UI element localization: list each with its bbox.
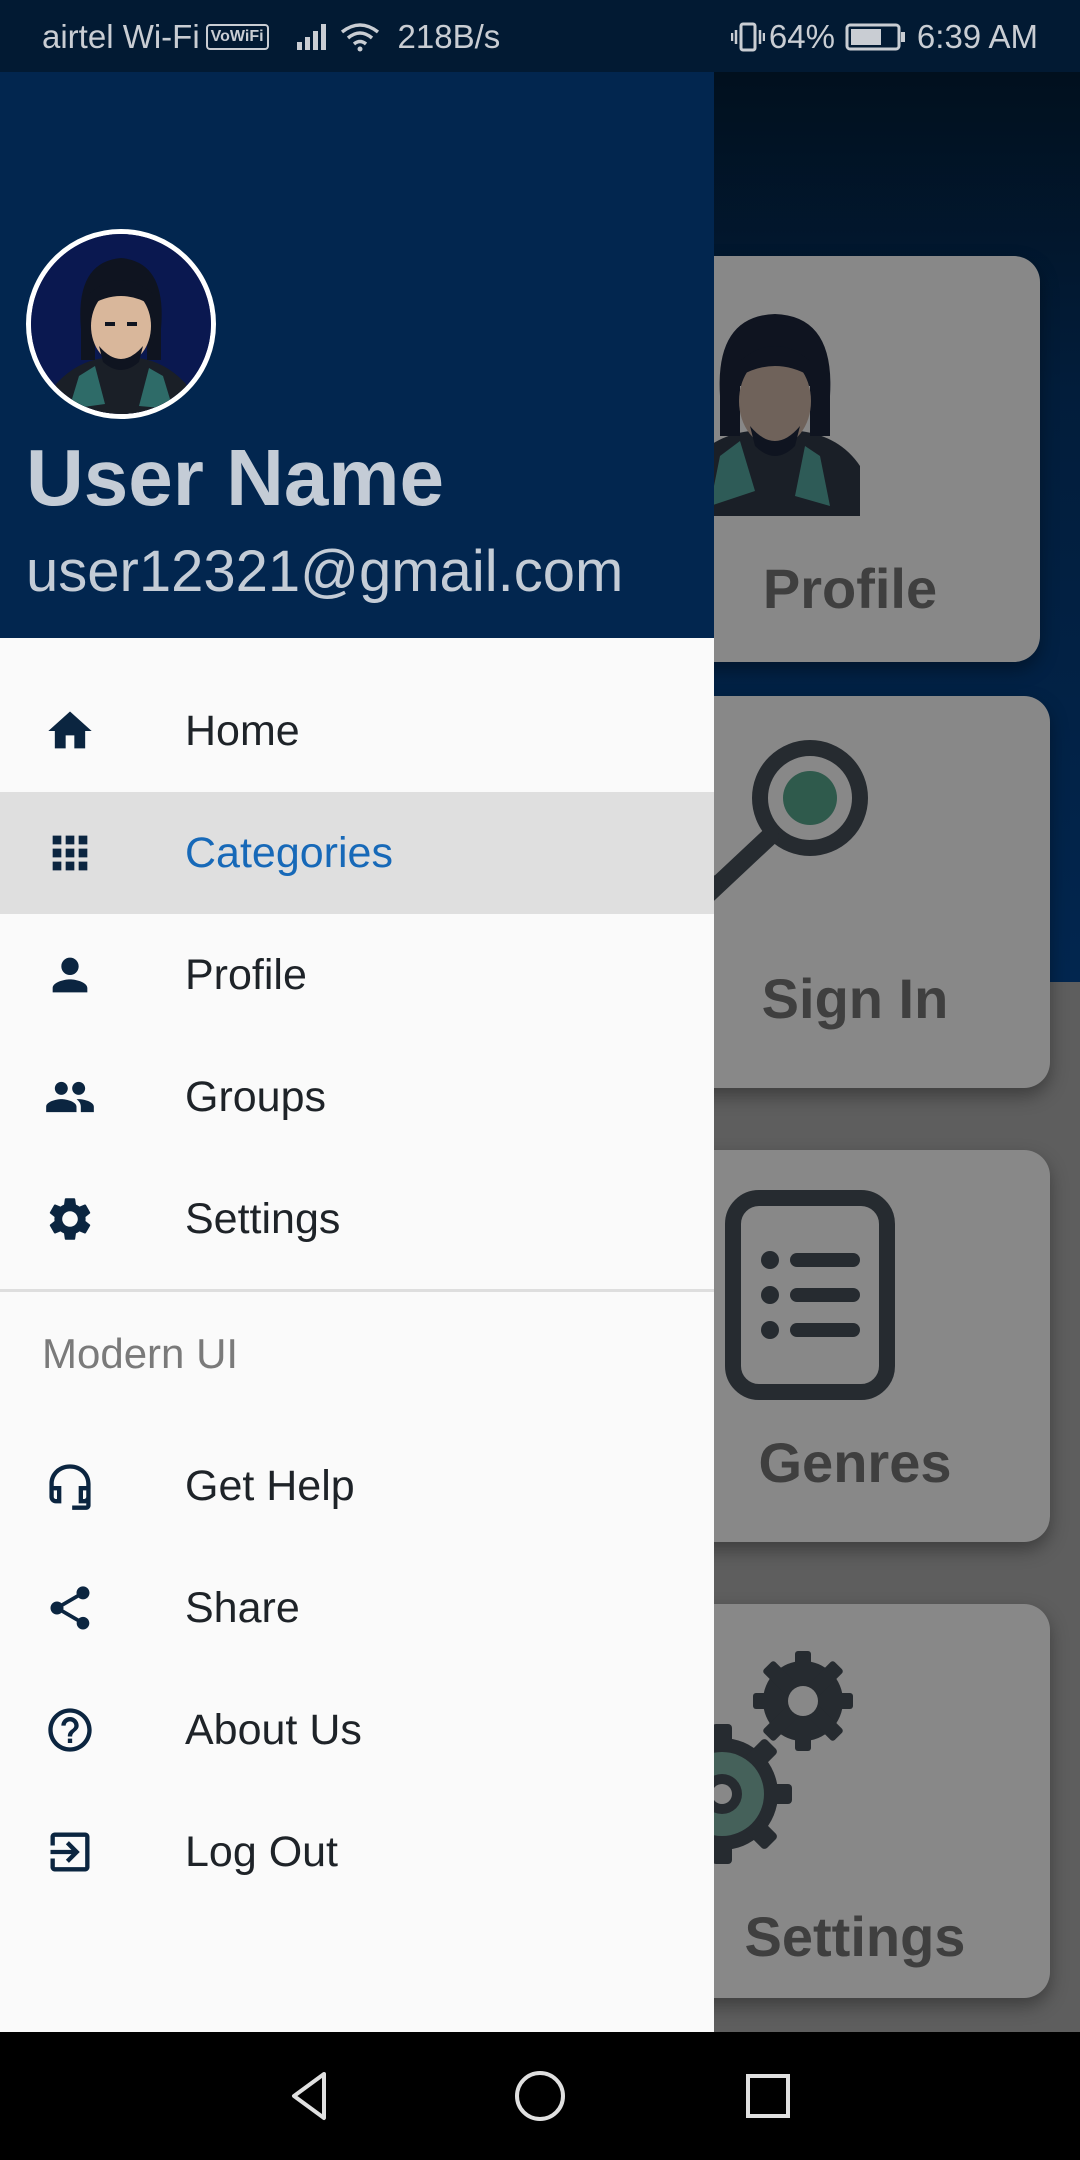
nav-item-label: Profile [185,950,307,999]
genres-card-label: Genres [758,1431,952,1494]
drawer-header: User Name user12321@gmail.com [0,72,714,638]
divider [0,1289,714,1292]
user-name: User Name [26,433,445,522]
settings-card-label: Settings [744,1905,966,1968]
nav-item-label: Settings [185,1194,341,1243]
system-navigation-bar [0,2032,1080,2160]
clock: 6:39 AM [916,18,1038,55]
signal-icon [296,24,326,50]
nav-item-label: About Us [185,1705,362,1754]
nav-item-label: Get Help [185,1461,355,1510]
grid-icon [42,825,98,881]
recents-button[interactable] [738,2066,798,2126]
nav-item-share[interactable]: Share [0,1547,714,1669]
profile-card-label: Profile [762,557,938,620]
group-icon [42,1069,98,1125]
user-email: user12321@gmail.com [26,539,624,604]
user-avatar-icon [31,234,211,414]
genres-card: Genres [660,1150,1050,1542]
nav-item-label: Groups [185,1072,327,1121]
wifi-icon [340,23,379,52]
vibrate-icon [730,22,765,52]
nav-item-log-out[interactable]: Log Out [0,1791,714,1913]
headset-icon [42,1458,98,1514]
settings-card: Settings [660,1604,1050,1998]
list-icon [725,1190,895,1400]
nav-item-home[interactable]: Home [0,670,714,792]
section-title: Modern UI [42,1330,239,1377]
share-icon [42,1580,98,1636]
battery-icon [845,23,905,51]
home-icon [42,703,98,759]
home-button[interactable] [510,2066,570,2126]
back-button[interactable] [280,2066,340,2126]
nav-item-categories[interactable]: Categories [0,792,714,914]
sign-in-card: Sign In [660,696,1050,1088]
battery-percent: 64% [768,18,835,55]
nav-item-about-us[interactable]: About Us [0,1669,714,1791]
navigation-drawer: User Name user12321@gmail.com Home Categ… [0,72,714,2032]
nav-item-get-help[interactable]: Get Help [0,1425,714,1547]
sign-in-card-label: Sign In [761,967,949,1030]
help-circle-icon [42,1702,98,1758]
nav-item-settings[interactable]: Settings [0,1158,714,1280]
nav-item-label: Share [185,1583,300,1632]
vowifi-badge: VoWiFi [205,24,269,50]
nav-item-label: Home [185,706,300,755]
nav-item-label: Log Out [185,1827,338,1876]
logout-icon [42,1824,98,1880]
profile-card: Profile [660,256,1040,662]
net-speed: 218B/s [397,18,501,55]
person-icon [42,947,98,1003]
avatar[interactable] [26,229,216,419]
nav-item-profile[interactable]: Profile [0,914,714,1036]
nav-item-groups[interactable]: Groups [0,1036,714,1158]
status-bar: airtel Wi-Fi VoWiFi 218B/s 64% 6:39 AM [0,0,1080,72]
nav-item-label: Categories [185,828,393,877]
gear-icon [42,1191,98,1247]
carrier-label: airtel Wi-Fi [42,18,200,55]
